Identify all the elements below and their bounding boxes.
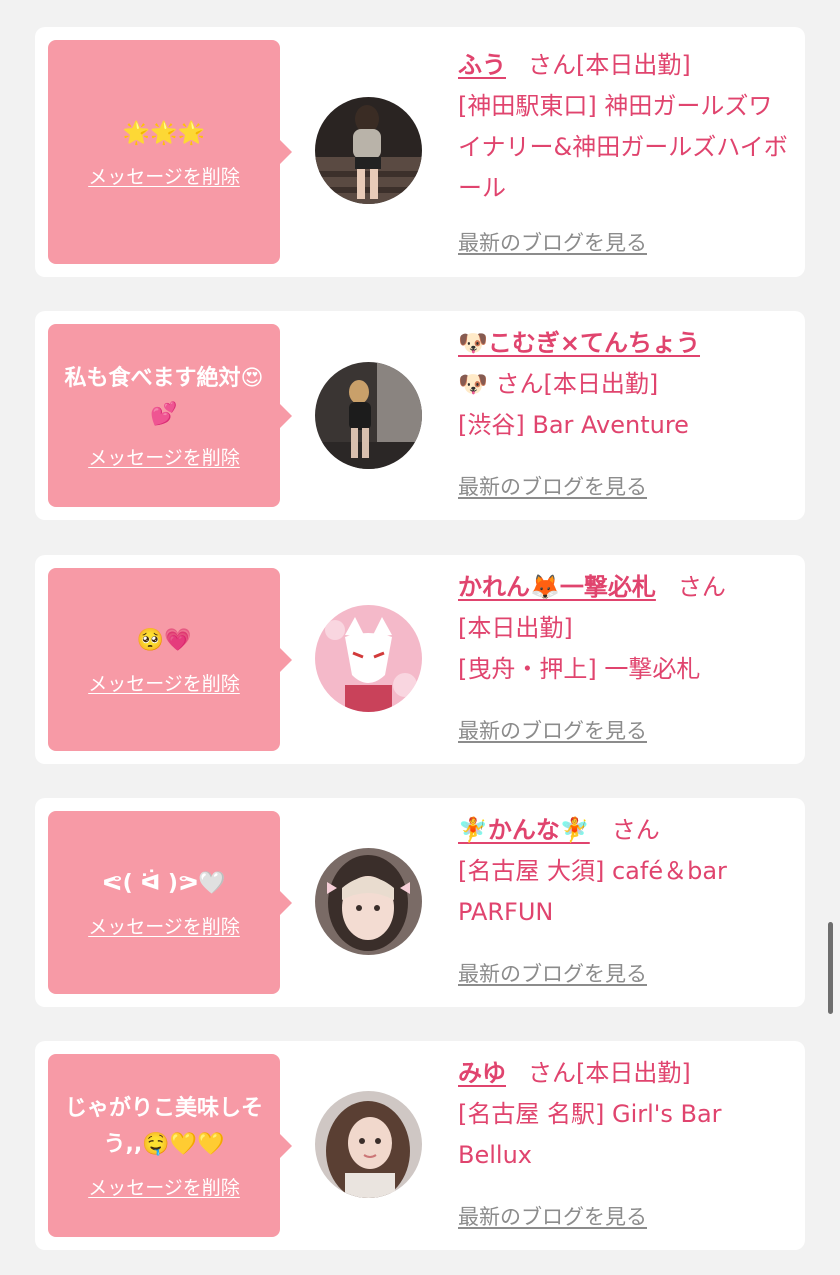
cast-card: じゃがりこ美味しそう,,🤤💛💛 メッセージを削除 みゆ さん[本日出勤] [名古屋… bbox=[35, 1041, 805, 1250]
latest-blog-link[interactable]: 最新のブログを見る bbox=[458, 471, 647, 501]
delete-message-link[interactable]: メッセージを削除 bbox=[88, 912, 240, 939]
cast-info: 🐶こむぎ×てんちょう 🐶 さん[本日出勤] [渋谷] Bar Aventure bbox=[458, 323, 793, 446]
latest-blog-link[interactable]: 最新のブログを見る bbox=[458, 958, 647, 988]
cast-avatar[interactable] bbox=[315, 1091, 422, 1198]
cast-card: 🌟🌟🌟 メッセージを削除 ふう さん[本日出勤] [神田駅東口] 神田ガールズワイ… bbox=[35, 27, 805, 277]
delete-message-link[interactable]: メッセージを削除 bbox=[88, 669, 240, 696]
message-text: 🌟🌟🌟 bbox=[122, 120, 206, 146]
latest-blog-link[interactable]: 最新のブログを見る bbox=[458, 227, 647, 257]
message-bubble: ᕙ( ᐛ )ᕗ🤍 メッセージを削除 bbox=[48, 811, 292, 994]
status-badge: [本日出勤] bbox=[576, 1059, 691, 1087]
message-text: ᕙ( ᐛ )ᕗ🤍 bbox=[102, 871, 226, 896]
delete-message-link[interactable]: メッセージを削除 bbox=[88, 443, 240, 470]
status-badge: [本日出勤] bbox=[576, 51, 691, 79]
vertical-scrollbar[interactable] bbox=[828, 922, 833, 1014]
cast-card: ᕙ( ᐛ )ᕗ🤍 メッセージを削除 🧚かんな🧚 さん [名古屋 大須] café＆… bbox=[35, 798, 805, 1007]
message-text: 私も食べます絶対😍💕 bbox=[64, 366, 264, 427]
message-bubble: 🌟🌟🌟 メッセージを削除 bbox=[48, 40, 292, 264]
cast-name-link[interactable]: かれん🦊一撃必札 bbox=[458, 573, 656, 601]
delete-message-link[interactable]: メッセージを削除 bbox=[88, 162, 240, 189]
honorific: さん bbox=[528, 1059, 576, 1087]
cast-info: 🧚かんな🧚 さん [名古屋 大須] café＆bar PARFUN bbox=[458, 810, 793, 933]
girl-long-hair-photo-icon bbox=[315, 1091, 422, 1198]
cast-name-link[interactable]: 🐶こむぎ×てんちょう bbox=[458, 329, 700, 357]
favorite-cast-list: 🌟🌟🌟 メッセージを削除 ふう さん[本日出勤] [神田駅東口] 神田ガールズワイ… bbox=[0, 0, 840, 1275]
girl-on-stairs-photo-icon bbox=[315, 97, 422, 204]
girl-in-bar-photo-icon bbox=[315, 362, 422, 469]
cast-card: 私も食べます絶対😍💕 メッセージを削除 🐶こむぎ×てんちょう 🐶 さん[本日出勤… bbox=[35, 311, 805, 520]
shop-name: [名古屋 名駅] Girl's Bar Bellux bbox=[458, 1100, 722, 1169]
message-text: 🥺💗 bbox=[136, 628, 192, 653]
girl-portrait-photo-icon bbox=[315, 848, 422, 955]
cast-name-link[interactable]: ふう bbox=[458, 51, 506, 79]
cast-name-link[interactable]: みゆ bbox=[458, 1059, 506, 1087]
cast-card: 🥺💗 メッセージを削除 かれん🦊一撃必札 さん [本日出勤] [曳舟・押上] 一撃… bbox=[35, 555, 805, 764]
cast-avatar[interactable] bbox=[315, 362, 422, 469]
message-text: じゃがりこ美味しそう,,🤤💛💛 bbox=[64, 1096, 263, 1157]
shop-name: [渋谷] Bar Aventure bbox=[458, 411, 689, 439]
cast-info: かれん🦊一撃必札 さん [本日出勤] [曳舟・押上] 一撃必札 bbox=[458, 567, 793, 690]
latest-blog-link[interactable]: 最新のブログを見る bbox=[458, 715, 647, 745]
delete-message-link[interactable]: メッセージを削除 bbox=[88, 1173, 240, 1200]
honorific: さん bbox=[677, 573, 726, 601]
shop-name: [名古屋 大須] café＆bar PARFUN bbox=[458, 857, 727, 926]
fox-mask-photo-icon bbox=[315, 605, 422, 712]
cast-avatar[interactable] bbox=[315, 848, 422, 955]
message-bubble: じゃがりこ美味しそう,,🤤💛💛 メッセージを削除 bbox=[48, 1054, 292, 1237]
latest-blog-link[interactable]: 最新のブログを見る bbox=[458, 1201, 647, 1231]
message-bubble: 私も食べます絶対😍💕 メッセージを削除 bbox=[48, 324, 292, 507]
cast-name-link[interactable]: 🧚かんな🧚 bbox=[458, 816, 590, 844]
honorific: さん bbox=[611, 816, 660, 844]
cast-info: ふう さん[本日出勤] [神田駅東口] 神田ガールズワイナリー&神田ガールズハイボ… bbox=[458, 45, 793, 209]
cast-info: みゆ さん[本日出勤] [名古屋 名駅] Girl's Bar Bellux bbox=[458, 1053, 793, 1176]
cast-avatar[interactable] bbox=[315, 605, 422, 712]
honorific: さん bbox=[528, 51, 576, 79]
honorific: 🐶 さん bbox=[458, 370, 544, 398]
shop-name: [神田駅東口] 神田ガールズワイナリー&神田ガールズハイボール bbox=[458, 92, 788, 202]
message-bubble: 🥺💗 メッセージを削除 bbox=[48, 568, 292, 751]
shop-name: [曳舟・押上] 一撃必札 bbox=[458, 655, 701, 683]
cast-avatar[interactable] bbox=[315, 97, 422, 204]
status-badge: [本日出勤] bbox=[458, 614, 573, 642]
status-badge: [本日出勤] bbox=[543, 370, 659, 398]
